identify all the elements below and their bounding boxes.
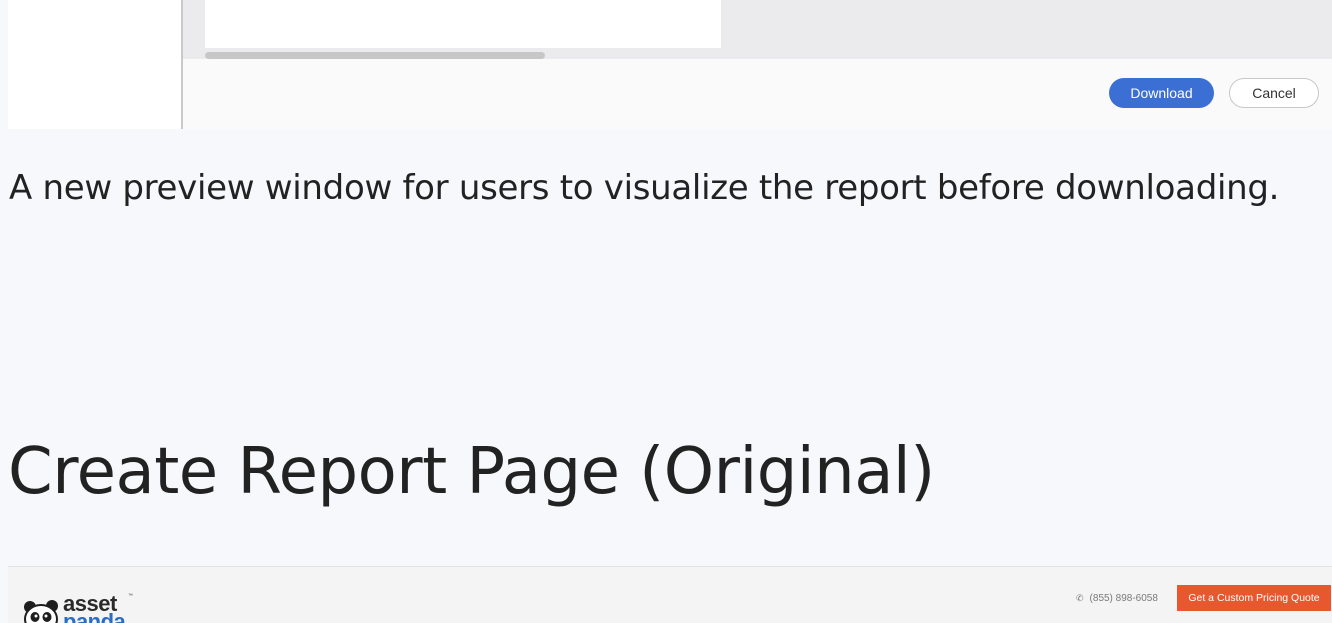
custom-pricing-quote-button[interactable]: Get a Custom Pricing Quote: [1177, 585, 1331, 611]
phone-number: (855) 898-6058: [1089, 593, 1158, 604]
logo-trademark: ™: [128, 593, 133, 599]
panda-icon: [24, 600, 58, 623]
section-heading: Create Report Page (Original): [8, 435, 935, 509]
preview-sidebar: [8, 0, 181, 129]
asset-panda-logo[interactable]: asset ™ panda: [22, 591, 152, 623]
website-header-screenshot: asset ™ panda ✆ (855) 898-6058 Get a Cust…: [8, 566, 1332, 623]
phone-icon: ✆: [1076, 593, 1084, 603]
logo-text-panda: panda: [63, 609, 126, 623]
preview-canvas-area: [183, 0, 1332, 59]
report-preview-screenshot: Download Cancel: [8, 0, 1332, 129]
phone-contact[interactable]: ✆ (855) 898-6058: [1076, 593, 1158, 604]
cancel-button[interactable]: Cancel: [1229, 78, 1319, 108]
preview-page: [205, 0, 721, 48]
download-button[interactable]: Download: [1109, 78, 1214, 108]
preview-caption: A new preview window for users to visual…: [9, 168, 1280, 208]
horizontal-scrollbar[interactable]: [205, 52, 545, 59]
